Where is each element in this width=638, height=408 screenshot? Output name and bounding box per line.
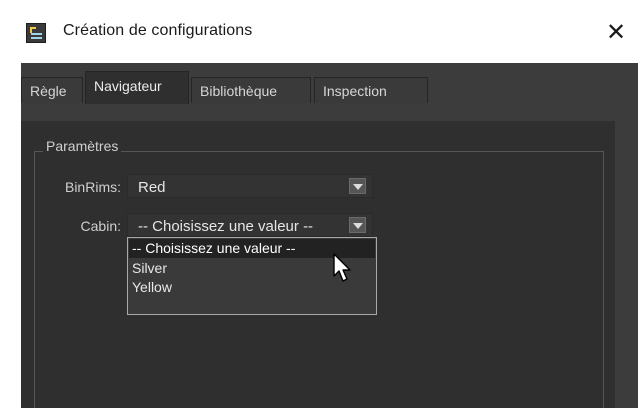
- window-title: Création de configurations: [63, 22, 253, 39]
- dialog-window: Création de configurations ✕ Règle Navig…: [0, 0, 638, 408]
- chevron-down-icon[interactable]: [349, 217, 366, 233]
- tab-inspection[interactable]: Inspection: [314, 77, 428, 103]
- group-title: Paramètres: [43, 138, 122, 154]
- tab-regle[interactable]: Règle: [21, 77, 83, 103]
- binrims-value: Red: [138, 179, 166, 196]
- binrims-label: BinRims:: [64, 179, 121, 195]
- cabin-label: Cabin:: [80, 218, 121, 234]
- cabin-select[interactable]: -- Choisissez une valeur --: [127, 213, 373, 237]
- dialog-content: Règle Navigateur Bibliothèque Inspection…: [21, 63, 638, 408]
- app-window-icon: [26, 23, 46, 43]
- title-bar: Création de configurations ✕: [0, 0, 638, 63]
- tab-bar: Règle Navigateur Bibliothèque Inspection: [21, 71, 638, 104]
- mouse-pointer-icon: [333, 253, 351, 282]
- chevron-down-icon[interactable]: [349, 178, 366, 194]
- parametres-panel: Paramètres BinRims: Red Cabin: -- Choisi…: [21, 121, 615, 408]
- tab-bibliotheque[interactable]: Bibliothèque: [191, 77, 311, 103]
- close-icon[interactable]: ✕: [594, 10, 638, 54]
- window-margin: [0, 63, 21, 408]
- cabin-value: -- Choisissez une valeur --: [138, 218, 314, 235]
- tab-navigateur[interactable]: Navigateur: [85, 71, 189, 104]
- binrims-select[interactable]: Red: [127, 174, 373, 198]
